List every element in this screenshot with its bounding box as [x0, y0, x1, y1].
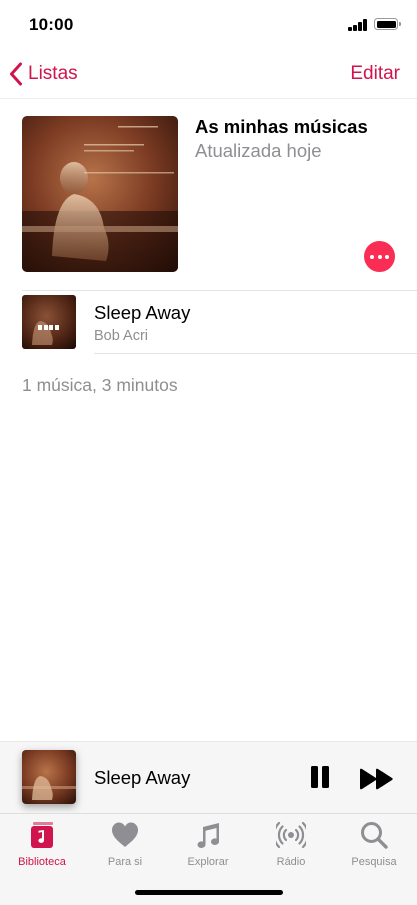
- tab-for-you[interactable]: Para si: [85, 820, 165, 868]
- song-artist: Bob Acri: [94, 328, 148, 344]
- status-bar: 10:00: [0, 0, 417, 50]
- tab-label: Biblioteca: [18, 856, 66, 868]
- mini-player[interactable]: Sleep Away: [0, 741, 417, 814]
- radio-icon: [276, 821, 306, 849]
- fast-forward-button[interactable]: [359, 768, 395, 790]
- song-title: Sleep Away: [94, 302, 191, 323]
- tab-label: Pesquisa: [351, 856, 397, 868]
- home-indicator[interactable]: [135, 890, 283, 895]
- tab-library[interactable]: Biblioteca: [2, 820, 82, 868]
- tab-search[interactable]: Pesquisa: [334, 820, 414, 868]
- cellular-signal-icon: [348, 19, 368, 31]
- playlist-subtitle: Atualizada hoje: [195, 140, 322, 161]
- status-time: 10:00: [29, 15, 74, 34]
- tab-radio[interactable]: Rádio: [251, 820, 331, 868]
- playlist-summary: 1 música, 3 minutos: [22, 375, 178, 395]
- pause-icon: [311, 766, 318, 788]
- heart-icon: [112, 822, 138, 847]
- notch: [92, 0, 325, 34]
- ellipsis-icon: [370, 254, 375, 259]
- tab-label: Para si: [107, 856, 143, 868]
- mini-player-title: Sleep Away: [94, 767, 191, 788]
- tab-browse[interactable]: Explorar: [168, 820, 248, 868]
- tab-label: Explorar: [187, 856, 229, 868]
- playlist-title: As minhas músicas: [195, 116, 368, 137]
- back-button-label: Listas: [28, 63, 78, 84]
- more-options-button[interactable]: [364, 241, 395, 272]
- search-icon: [361, 822, 388, 849]
- back-button[interactable]: Listas: [9, 60, 78, 88]
- mini-player-artwork: [22, 750, 76, 804]
- screen: 10:00 Listas Editar As minhas músicas At…: [0, 0, 417, 905]
- pause-button[interactable]: [309, 766, 333, 790]
- playlist-artwork: [22, 116, 178, 272]
- edit-button[interactable]: Editar: [350, 63, 400, 85]
- nav-divider: [0, 98, 417, 99]
- chevron-left-icon: [10, 62, 22, 86]
- song-artwork: [22, 295, 76, 349]
- now-playing-indicator-icon: [38, 325, 60, 330]
- battery-icon: [374, 18, 401, 30]
- music-note-icon: [197, 823, 220, 848]
- tab-label: Rádio: [276, 856, 306, 868]
- song-row[interactable]: Sleep Away Bob Acri: [0, 291, 417, 353]
- divider: [94, 353, 417, 354]
- library-icon: [31, 822, 53, 848]
